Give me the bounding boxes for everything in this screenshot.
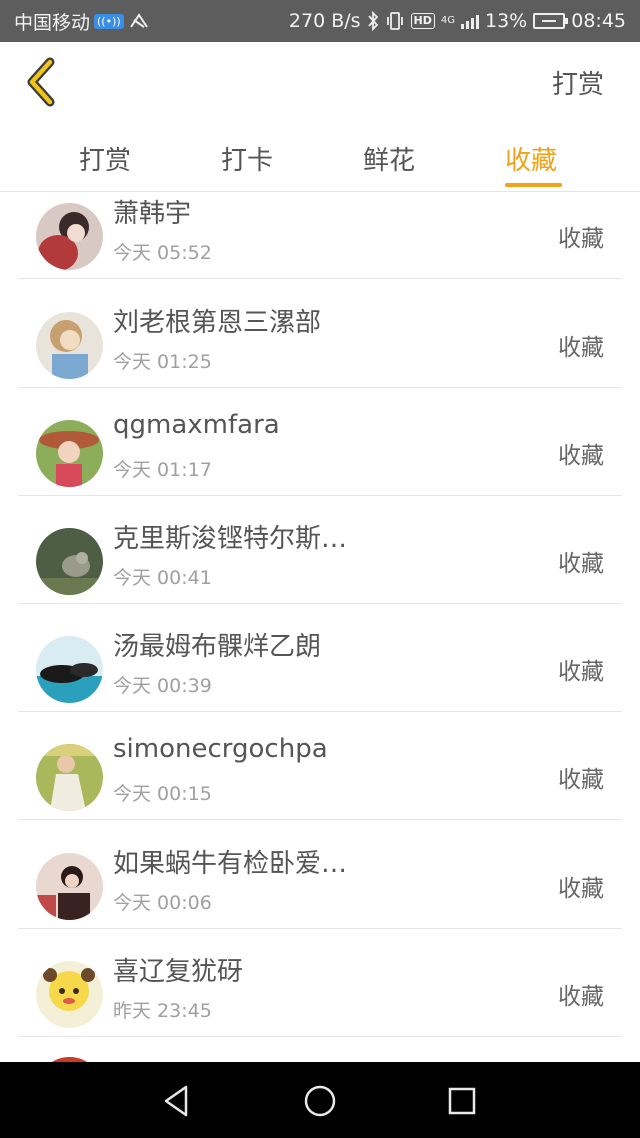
timestamp: 今天 01:17 [113,459,212,481]
user-name: 刘老根第恩三漯部 [113,308,322,338]
avatar [36,420,103,487]
nav-back-button[interactable] [158,1081,198,1121]
user-name: 如果蜗牛有检卧爱… [113,849,348,879]
tab-checkin[interactable]: 打卡 [221,140,273,177]
timestamp: 今天 00:06 [113,892,212,914]
favorite-label: 收藏 [558,984,604,1010]
header: 打赏 [0,42,640,120]
status-bar: 中国移动 ((•)) 270 B/s HD 4G 13% 08:45 [0,0,640,42]
list-item[interactable]: simonecrgochpa 今天 00:15 收藏 [18,712,622,820]
favorites-list: 萧韩宇 今天 05:52 收藏 刘老根第恩三漯部 今天 01:25 收藏 qgm… [0,193,640,1062]
triangle-back-icon [164,1085,188,1117]
status-right: 270 B/s HD 4G 13% 08:45 [289,0,626,42]
list-item[interactable]: qgmaxmfara 今天 01:17 收藏 [18,388,622,496]
favorite-label: 收藏 [558,767,604,793]
back-button[interactable] [22,56,66,108]
clock: 08:45 [571,10,626,32]
user-name: 喜辽复犹砑 [113,957,244,987]
hotspot-icon: ((•)) [94,13,124,29]
timestamp: 今天 05:52 [113,242,212,264]
list-item[interactable]: 如果蜗牛有检卧爱… 今天 00:06 收藏 [18,821,622,929]
list-item[interactable]: 萧韩宇 今天 05:52 收藏 [18,193,622,279]
network-speed: 270 B/s [288,10,361,32]
avatar [36,312,103,379]
timestamp: 昨天 23:45 [113,1000,212,1022]
timestamp: 今天 00:39 [113,675,212,697]
navigation-bar [0,1062,640,1138]
favorite-label: 收藏 [558,226,604,252]
favorite-label: 收藏 [558,876,604,902]
circle-home-icon [304,1085,336,1117]
square-recents-icon [448,1087,476,1115]
avatar [36,203,103,270]
network-type: 4G [440,15,455,26]
carrier-label: 中国移动 [14,11,91,34]
tab-reward[interactable]: 打赏 [79,140,131,177]
hd-icon: HD [410,13,435,29]
list-item[interactable]: 刘老根第恩三漯部 今天 01:25 收藏 [18,280,622,388]
battery-icon [533,13,569,29]
timestamp: 今天 01:25 [113,351,212,373]
favorite-label: 收藏 [558,659,604,685]
back-arrow-icon [27,57,55,107]
active-tab-indicator [505,183,562,187]
favorite-label: 收藏 [558,551,604,577]
reward-header-button[interactable]: 打赏 [552,64,604,101]
timestamp: 今天 00:41 [113,567,212,589]
user-name: simonecrgochpa [113,734,328,764]
favorite-label: 收藏 [558,335,604,361]
user-name: qgmaxmfara [113,410,280,440]
avatar [36,636,103,703]
tab-flowers[interactable]: 鲜花 [363,140,415,177]
user-name: 汤最姆布髁烊乙朗 [113,632,322,662]
vibrate-icon [386,12,403,30]
bluetooth-icon [367,11,378,31]
status-left: 中国移动 ((•)) [14,0,150,42]
timestamp: 今天 00:15 [113,783,212,805]
avatar [36,744,103,811]
favorite-label: 收藏 [558,443,604,469]
list-item[interactable] [18,1037,622,1062]
signal-icon [461,13,479,29]
list-item[interactable]: 克里斯浚铿特尔斯… 今天 00:41 收藏 [18,496,622,604]
user-name: 萧韩宇 [113,199,192,229]
tab-favorites[interactable]: 收藏 [505,140,557,177]
tab-bar: 打赏 打卡 鲜花 收藏 [0,120,640,192]
nav-recents-button[interactable] [442,1081,482,1121]
list-item[interactable]: 喜辽复犹砑 昨天 23:45 收藏 [18,929,622,1037]
avatar [36,528,103,595]
user-name: 克里斯浚铿特尔斯… [113,524,348,554]
nav-home-button[interactable] [300,1081,340,1121]
list-item[interactable]: 汤最姆布髁烊乙朗 今天 00:39 收藏 [18,604,622,712]
signal-off-icon [129,13,148,28]
battery-percent: 13% [485,10,528,32]
avatar [36,853,103,920]
avatar [36,961,103,1028]
